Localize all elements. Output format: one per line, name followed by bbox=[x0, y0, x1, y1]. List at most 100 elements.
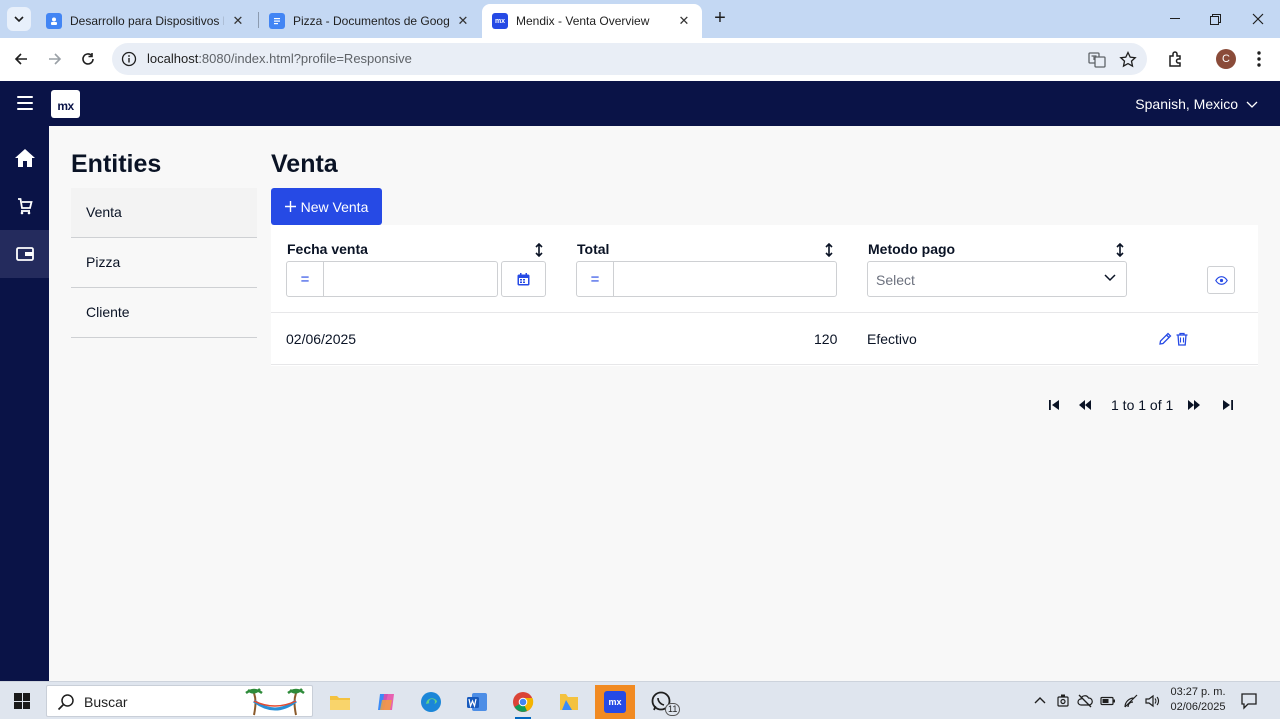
sort-icon[interactable] bbox=[824, 243, 834, 257]
chrome-icon bbox=[513, 692, 534, 712]
new-venta-label: New Venta bbox=[300, 198, 369, 215]
new-tab-button[interactable]: + bbox=[708, 7, 732, 31]
forward-button[interactable] bbox=[43, 47, 67, 71]
url-path: :8080/index.html?profile=Responsive bbox=[198, 51, 412, 66]
site-info-icon[interactable] bbox=[121, 51, 137, 67]
nav-cart[interactable] bbox=[0, 182, 49, 230]
docs-icon bbox=[269, 13, 285, 29]
first-page-icon[interactable] bbox=[1048, 398, 1062, 412]
taskbar-word[interactable] bbox=[457, 685, 497, 719]
entity-item-cliente[interactable]: Cliente bbox=[71, 288, 257, 338]
pagination: 1 to 1 of 1 bbox=[1044, 396, 1244, 414]
taskbar-file-explorer[interactable] bbox=[320, 685, 360, 719]
previous-page-icon[interactable] bbox=[1078, 398, 1092, 412]
trash-icon[interactable] bbox=[1175, 332, 1189, 346]
column-header-metodo[interactable]: Metodo pago bbox=[868, 241, 955, 257]
kebab-menu-icon[interactable] bbox=[1252, 50, 1266, 68]
column-visibility-button[interactable] bbox=[1207, 266, 1235, 294]
cloud-off-icon[interactable] bbox=[1077, 693, 1093, 709]
tab-pizza-doc[interactable]: Pizza - Documentos de Google ✕ bbox=[259, 4, 481, 38]
close-window-button[interactable] bbox=[1235, 0, 1280, 38]
tab-mendix-venta[interactable]: mx Mendix - Venta Overview ✕ bbox=[482, 4, 702, 38]
entities-heading: Entities bbox=[71, 150, 162, 178]
sort-icon[interactable] bbox=[1115, 243, 1125, 257]
taskbar-copilot[interactable] bbox=[366, 685, 406, 719]
reload-button[interactable] bbox=[76, 47, 100, 71]
sort-icon[interactable] bbox=[534, 243, 544, 257]
nav-home[interactable] bbox=[0, 134, 49, 182]
chevron-down-icon bbox=[14, 16, 24, 22]
notification-icon[interactable] bbox=[1240, 692, 1258, 710]
edit-pencil-icon[interactable] bbox=[1158, 332, 1172, 346]
back-button[interactable] bbox=[9, 47, 33, 71]
wifi-icon[interactable] bbox=[1123, 693, 1139, 709]
venta-datagrid: Fecha venta = Total = Metodo pago Select… bbox=[271, 225, 1258, 366]
hamburger-menu-icon[interactable] bbox=[17, 96, 33, 110]
total-filter-type-button[interactable]: = bbox=[577, 262, 614, 296]
battery-icon[interactable] bbox=[1100, 693, 1116, 709]
arrow-right-icon bbox=[49, 53, 62, 65]
whatsapp-badge: 11 bbox=[665, 703, 681, 716]
word-icon bbox=[467, 693, 487, 711]
taskbar-whatsapp[interactable]: 11 bbox=[641, 685, 681, 719]
windows-start-icon[interactable] bbox=[14, 693, 30, 709]
close-icon[interactable]: ✕ bbox=[455, 13, 471, 29]
calendar-button[interactable] bbox=[501, 261, 546, 297]
plus-icon bbox=[284, 201, 296, 212]
calendar-icon bbox=[517, 272, 530, 285]
restore-icon bbox=[1209, 13, 1221, 25]
camera-icon[interactable] bbox=[1055, 693, 1071, 709]
translate-icon[interactable] bbox=[1088, 51, 1106, 69]
browser-tab-strip: Desarrollo para Dispositivos Int ✕ Pizza… bbox=[0, 0, 1280, 38]
main-content: Entities Venta Pizza Cliente Venta New V… bbox=[49, 126, 1280, 681]
total-filter-input[interactable]: = bbox=[576, 261, 837, 297]
fecha-filter-type-button[interactable]: = bbox=[287, 262, 324, 296]
column-header-total[interactable]: Total bbox=[577, 241, 609, 257]
nav-wallet[interactable] bbox=[0, 230, 49, 278]
mendix-logo[interactable]: mx bbox=[51, 90, 80, 118]
next-page-icon[interactable] bbox=[1187, 398, 1201, 412]
restore-button[interactable] bbox=[1192, 0, 1238, 38]
taskbar-clock[interactable]: 03:27 p. m. 02/06/2025 bbox=[1166, 685, 1230, 715]
classroom-icon bbox=[46, 13, 62, 29]
copilot-icon bbox=[378, 694, 394, 710]
fecha-filter-input[interactable]: = bbox=[286, 261, 498, 297]
taskbar-search[interactable]: Buscar bbox=[46, 685, 313, 717]
column-header-fecha[interactable]: Fecha venta bbox=[287, 241, 368, 257]
tab-desarrollo[interactable]: Desarrollo para Dispositivos Int ✕ bbox=[36, 4, 256, 38]
cell-total: 120 bbox=[814, 331, 838, 347]
volume-icon[interactable] bbox=[1144, 693, 1160, 709]
metodo-filter-select[interactable]: Select bbox=[867, 261, 1127, 297]
tab-title: Desarrollo para Dispositivos Int bbox=[70, 14, 224, 28]
profile-avatar[interactable]: C bbox=[1216, 49, 1236, 69]
mendix-app-icon: mx bbox=[604, 691, 626, 713]
entity-item-pizza[interactable]: Pizza bbox=[71, 238, 257, 288]
folder-icon bbox=[330, 696, 350, 710]
search-icon bbox=[57, 694, 74, 711]
bookmark-star-icon[interactable] bbox=[1119, 51, 1137, 69]
extensions-icon[interactable] bbox=[1167, 50, 1185, 68]
search-placeholder: Buscar bbox=[84, 694, 128, 710]
close-icon[interactable]: ✕ bbox=[230, 13, 246, 29]
file-manager-icon bbox=[560, 694, 578, 710]
entity-item-venta[interactable]: Venta bbox=[71, 188, 257, 238]
table-row[interactable]: 02/06/2025 120 Efectivo bbox=[271, 313, 1258, 365]
taskbar-chrome[interactable] bbox=[503, 685, 543, 719]
clock-time: 03:27 p. m. bbox=[1170, 686, 1226, 698]
close-icon[interactable]: ✕ bbox=[676, 13, 692, 29]
page-title: Venta bbox=[271, 150, 338, 178]
taskbar-files[interactable] bbox=[549, 685, 589, 719]
tab-search-button[interactable] bbox=[7, 7, 31, 31]
taskbar-mendix[interactable]: mx bbox=[595, 685, 635, 719]
app-topbar: mx Spanish, Mexico bbox=[0, 81, 1280, 126]
wallet-icon bbox=[15, 247, 34, 261]
language-selector[interactable]: Spanish, Mexico bbox=[1135, 96, 1258, 112]
side-navigation bbox=[0, 126, 49, 681]
last-page-icon[interactable] bbox=[1220, 398, 1234, 412]
new-venta-button[interactable]: New Venta bbox=[271, 188, 382, 225]
cart-icon bbox=[17, 198, 33, 215]
arrow-left-icon bbox=[14, 53, 27, 65]
address-bar[interactable]: localhost:8080/index.html?profile=Respon… bbox=[112, 43, 1147, 75]
taskbar-edge[interactable] bbox=[411, 685, 451, 719]
chevron-up-icon[interactable] bbox=[1032, 693, 1048, 709]
